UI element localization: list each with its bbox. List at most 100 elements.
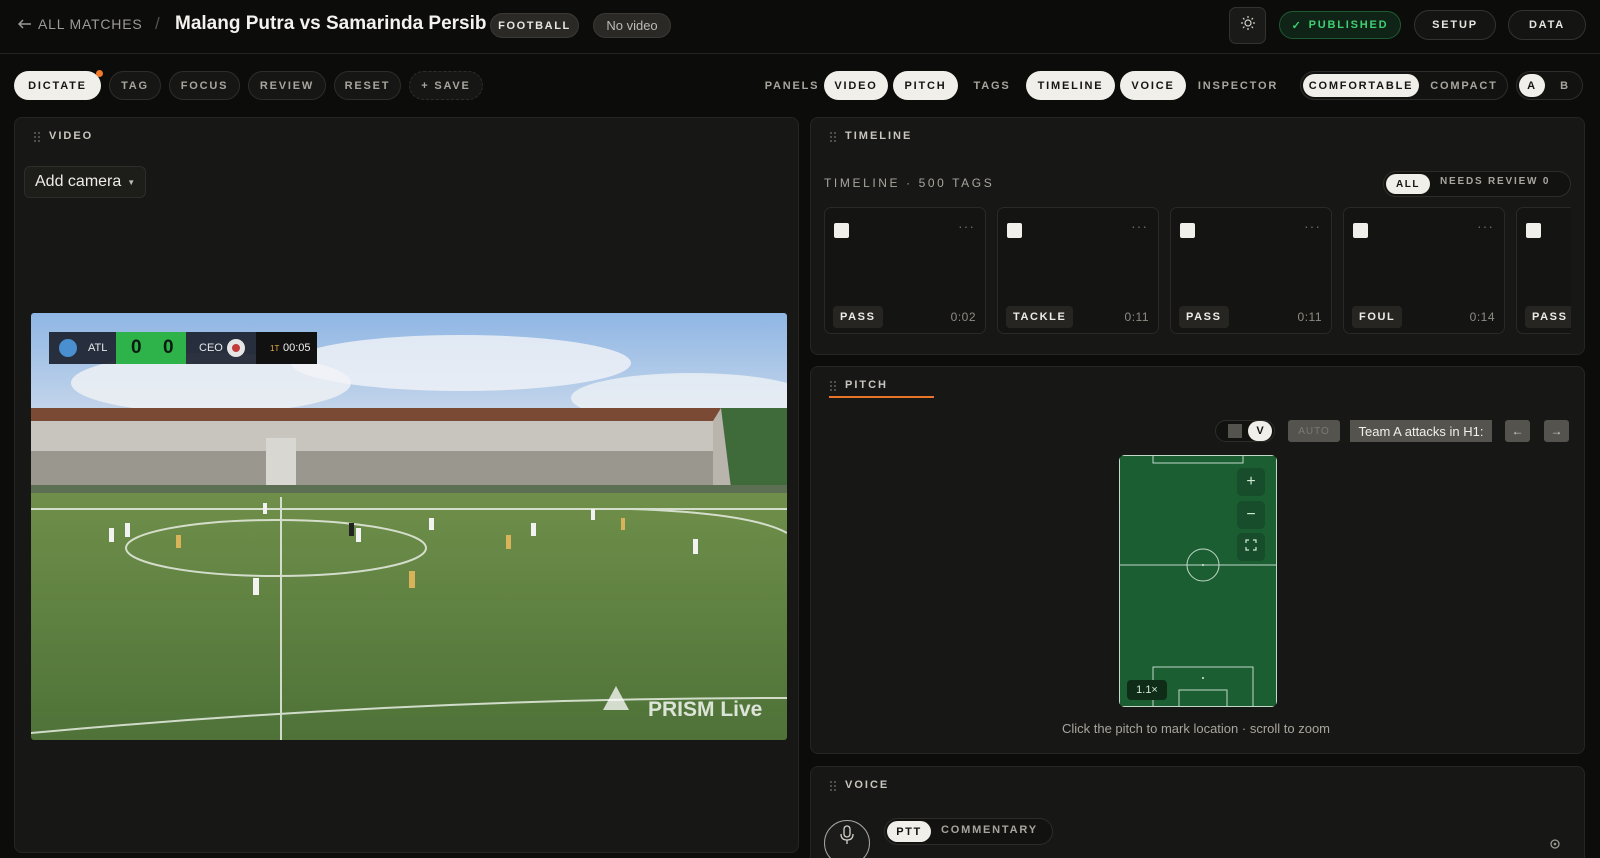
recording-indicator bbox=[96, 70, 103, 77]
setup-button[interactable]: SETUP bbox=[1414, 10, 1496, 40]
tag-label: PASS bbox=[1525, 306, 1571, 328]
orientation-vertical[interactable]: V bbox=[1248, 421, 1272, 441]
page-title: Malang Putra vs Samarinda Persib bbox=[175, 13, 487, 34]
back-to-matches-link[interactable]: ALL MATCHES bbox=[17, 16, 143, 32]
tag-select-checkbox[interactable] bbox=[1526, 223, 1541, 238]
grip-icon[interactable] bbox=[829, 380, 837, 391]
tag-label: TACKLE bbox=[1006, 306, 1074, 328]
video-frame[interactable] bbox=[31, 313, 787, 740]
layout-a[interactable]: A bbox=[1519, 74, 1545, 97]
timeline-card[interactable]: ··· TACKLE 0:11 bbox=[997, 207, 1159, 334]
timeline-card[interactable]: ··· FOUL 0:14 bbox=[1343, 207, 1505, 334]
back-label: ALL MATCHES bbox=[38, 16, 143, 32]
attack-right-button[interactable]: → bbox=[1544, 420, 1569, 442]
grip-icon[interactable] bbox=[829, 131, 837, 142]
zoom-in-button[interactable]: + bbox=[1237, 468, 1265, 496]
mic-icon bbox=[839, 824, 855, 850]
published-button[interactable]: ✓ PUBLISHED bbox=[1279, 11, 1401, 39]
scoreboard-away-score: 0 bbox=[163, 337, 174, 358]
attack-direction-label: Team A attacks in H1: bbox=[1350, 420, 1492, 442]
mode-review[interactable]: REVIEW bbox=[248, 71, 326, 100]
tag-select-checkbox[interactable] bbox=[1007, 223, 1022, 238]
panel-toggle-timeline[interactable]: TIMELINE bbox=[1026, 71, 1115, 100]
plus-icon: + bbox=[1246, 473, 1256, 490]
pitch-tab-indicator bbox=[829, 396, 934, 398]
mode-dictate[interactable]: DICTATE bbox=[14, 71, 101, 100]
filter-all-button[interactable]: ALL bbox=[1386, 174, 1430, 194]
video-panel-title: VIDEO bbox=[49, 130, 94, 142]
more-icon[interactable]: ··· bbox=[1131, 218, 1148, 234]
voice-mode-toggle: PTT COMMENTARY bbox=[884, 818, 1053, 845]
tag-time: 0:02 bbox=[950, 310, 976, 324]
theme-toggle-button[interactable] bbox=[1229, 7, 1266, 44]
voice-panel-title: VOICE bbox=[845, 779, 890, 791]
panel-toggle-tags[interactable]: TAGS bbox=[962, 71, 1022, 100]
check-icon: ✓ bbox=[1291, 19, 1303, 32]
expand-icon bbox=[1245, 538, 1257, 556]
attack-left-button[interactable]: ← bbox=[1505, 420, 1530, 442]
timeline-card[interactable]: ··· PASS 0:02 bbox=[824, 207, 986, 334]
pitch-hint: Click the pitch to mark location · scrol… bbox=[1061, 721, 1331, 736]
gear-icon[interactable] bbox=[1547, 836, 1563, 852]
timeline-panel-title: TIMELINE bbox=[845, 130, 913, 142]
pitch-panel-title: PITCH bbox=[845, 379, 888, 391]
ptt-mode-button[interactable]: PTT bbox=[887, 821, 931, 842]
grip-icon[interactable] bbox=[829, 780, 837, 791]
panel-toggle-voice[interactable]: VOICE bbox=[1120, 71, 1186, 100]
tag-label: PASS bbox=[833, 306, 883, 328]
zoom-out-button[interactable]: − bbox=[1237, 501, 1265, 529]
tag-time: 0:14 bbox=[1469, 310, 1495, 324]
timeline-card[interactable]: ··· PASS 0:11 bbox=[1170, 207, 1332, 334]
tag-label: FOUL bbox=[1352, 306, 1403, 328]
commentary-mode-button[interactable]: COMMENTARY bbox=[941, 824, 1038, 836]
timeline-card[interactable]: PASS bbox=[1516, 207, 1571, 334]
arrow-left-icon bbox=[17, 16, 32, 32]
save-button[interactable]: + SAVE bbox=[409, 71, 483, 100]
orientation-horizontal[interactable]: H bbox=[1228, 424, 1242, 438]
panels-label: PANELS bbox=[764, 79, 820, 92]
panel-toggle-video[interactable]: VIDEO bbox=[824, 71, 888, 100]
tag-time: 0:11 bbox=[1124, 310, 1149, 324]
panel-toggle-pitch[interactable]: PITCH bbox=[893, 71, 958, 100]
grip-icon[interactable] bbox=[33, 131, 41, 142]
sport-badge: FOOTBALL bbox=[490, 13, 579, 38]
filter-needs-review-button[interactable]: NEEDS REVIEW 0 bbox=[1440, 176, 1550, 187]
data-button[interactable]: DATA bbox=[1508, 10, 1586, 40]
chevron-down-icon: ▼ bbox=[127, 177, 136, 187]
mode-focus[interactable]: FOCUS bbox=[169, 71, 240, 100]
fullscreen-button[interactable] bbox=[1237, 533, 1265, 561]
tag-label: PASS bbox=[1179, 306, 1229, 328]
stadium-video-image bbox=[31, 313, 787, 740]
panel-toggle-inspector[interactable]: INSPECTOR bbox=[1190, 71, 1286, 100]
breadcrumb-separator: / bbox=[155, 14, 160, 33]
tag-select-checkbox[interactable] bbox=[1353, 223, 1368, 238]
more-icon[interactable]: ··· bbox=[1477, 218, 1494, 234]
more-icon[interactable]: ··· bbox=[958, 218, 975, 234]
more-icon[interactable]: ··· bbox=[1304, 218, 1321, 234]
timeline-filter: ALL NEEDS REVIEW 0 bbox=[1383, 171, 1571, 197]
density-comfortable[interactable]: COMFORTABLE bbox=[1303, 74, 1419, 97]
minus-icon: − bbox=[1246, 506, 1256, 523]
record-button[interactable] bbox=[824, 820, 870, 858]
scoreboard-clock: 00:05 bbox=[283, 342, 311, 354]
tag-select-checkbox[interactable] bbox=[834, 223, 849, 238]
sun-icon bbox=[1240, 15, 1256, 36]
layout-b[interactable]: B bbox=[1553, 71, 1577, 100]
top-bar: ALL MATCHES / Malang Putra vs Samarinda … bbox=[0, 0, 1600, 54]
tag-select-checkbox[interactable] bbox=[1180, 223, 1195, 238]
scoreboard-away-team: CEO bbox=[199, 342, 223, 354]
scoreboard-period: 1T bbox=[270, 344, 280, 353]
mode-tag[interactable]: TAG bbox=[109, 71, 161, 100]
timeline-heading: TIMELINE · 500 TAGS bbox=[824, 176, 995, 190]
scoreboard-home-team: ATL bbox=[88, 342, 108, 354]
add-camera-label: Add camera bbox=[35, 173, 122, 190]
auto-direction-button[interactable]: AUTO bbox=[1288, 420, 1340, 442]
prism-watermark: PRISM Live bbox=[648, 698, 763, 721]
published-label: PUBLISHED bbox=[1308, 19, 1389, 31]
density-compact[interactable]: COMPACT bbox=[1424, 71, 1504, 100]
tag-time: 0:11 bbox=[1297, 310, 1322, 324]
zoom-level-badge: 1.1× bbox=[1127, 680, 1167, 700]
mode-reset[interactable]: RESET bbox=[334, 71, 401, 100]
add-camera-dropdown[interactable]: Add camera ▼ bbox=[24, 166, 146, 198]
scoreboard-home-score: 0 bbox=[131, 337, 142, 358]
